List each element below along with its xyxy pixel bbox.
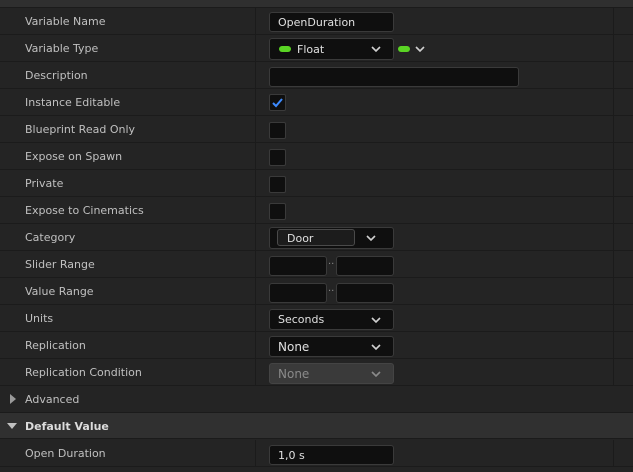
chevron-down-icon	[370, 341, 382, 353]
default-value-label: Default Value	[25, 420, 109, 433]
chevron-down-icon	[365, 232, 377, 244]
instance-editable-checkbox[interactable]	[269, 94, 286, 111]
open-duration-input[interactable]: 1,0 s	[269, 445, 394, 465]
chevron-down-icon	[370, 43, 382, 55]
slider-range-separator: ..	[328, 256, 335, 267]
private-label: Private	[25, 177, 64, 190]
float-pin-icon	[279, 46, 291, 52]
units-label: Units	[25, 312, 54, 325]
chevron-down-icon	[370, 314, 382, 326]
row-blueprint-read-only: Blueprint Read Only	[0, 116, 633, 143]
row-variable-type: Variable Type Float	[0, 35, 633, 62]
row-open-duration: Open Duration 1,0 s	[0, 440, 633, 467]
container-type-dropdown[interactable]	[396, 41, 430, 57]
slider-range-min-input[interactable]	[269, 256, 327, 276]
row-slider-range: Slider Range ..	[0, 251, 633, 278]
advanced-label: Advanced	[25, 393, 80, 406]
chevron-down-icon	[414, 43, 426, 55]
open-duration-label: Open Duration	[25, 447, 106, 460]
category-input[interactable]: Door	[277, 229, 355, 246]
expose-to-cinematics-checkbox[interactable]	[269, 203, 286, 220]
row-description: Description	[0, 62, 633, 89]
value-range-separator: ..	[328, 283, 335, 294]
row-replication-condition: Replication Condition None	[0, 359, 633, 386]
variable-name-label: Variable Name	[25, 15, 106, 28]
variable-name-input[interactable]: OpenDuration	[269, 12, 394, 32]
blueprint-read-only-checkbox[interactable]	[269, 122, 286, 139]
details-panel: Variable Name OpenDuration Variable Type…	[0, 0, 633, 472]
default-value-section-header[interactable]: Default Value	[0, 413, 633, 439]
description-input[interactable]	[269, 67, 519, 87]
instance-editable-label: Instance Editable	[25, 96, 121, 109]
category-combobox[interactable]: Door	[269, 227, 394, 249]
expose-on-spawn-checkbox[interactable]	[269, 149, 286, 166]
row-expose-on-spawn: Expose on Spawn	[0, 143, 633, 170]
blueprint-read-only-label: Blueprint Read Only	[25, 123, 136, 136]
value-range-label: Value Range	[25, 285, 94, 298]
row-expose-to-cinematics: Expose to Cinematics	[0, 197, 633, 224]
row-variable-name: Variable Name OpenDuration	[0, 8, 633, 35]
expand-arrow-icon[interactable]	[8, 394, 18, 404]
category-label: Category	[25, 231, 76, 244]
value-range-max-input[interactable]	[336, 283, 394, 303]
private-checkbox[interactable]	[269, 176, 286, 193]
description-label: Description	[25, 69, 88, 82]
slider-range-label: Slider Range	[25, 258, 95, 271]
row-value-range: Value Range ..	[0, 278, 633, 305]
variable-type-dropdown[interactable]: Float	[269, 38, 394, 60]
row-replication: Replication None	[0, 332, 633, 359]
row-partial	[0, 467, 633, 472]
units-dropdown[interactable]: Seconds	[269, 309, 394, 330]
row-private: Private	[0, 170, 633, 197]
chevron-down-icon	[370, 368, 382, 380]
replication-condition-label: Replication Condition	[25, 366, 142, 379]
top-strip	[0, 0, 633, 8]
row-category: Category Door	[0, 224, 633, 251]
float-pin-icon	[398, 46, 410, 52]
advanced-category[interactable]: Advanced	[0, 386, 633, 413]
expose-to-cinematics-label: Expose to Cinematics	[25, 204, 144, 217]
checkmark-icon	[272, 98, 283, 108]
replication-condition-dropdown[interactable]: None	[269, 363, 394, 384]
slider-range-max-input[interactable]	[336, 256, 394, 276]
expose-on-spawn-label: Expose on Spawn	[25, 150, 123, 163]
expand-arrow-icon[interactable]	[7, 421, 17, 431]
row-instance-editable: Instance Editable	[0, 89, 633, 116]
value-range-min-input[interactable]	[269, 283, 327, 303]
row-units: Units Seconds	[0, 305, 633, 332]
replication-dropdown[interactable]: None	[269, 336, 394, 357]
replication-label: Replication	[25, 339, 86, 352]
variable-type-label: Variable Type	[25, 42, 99, 55]
